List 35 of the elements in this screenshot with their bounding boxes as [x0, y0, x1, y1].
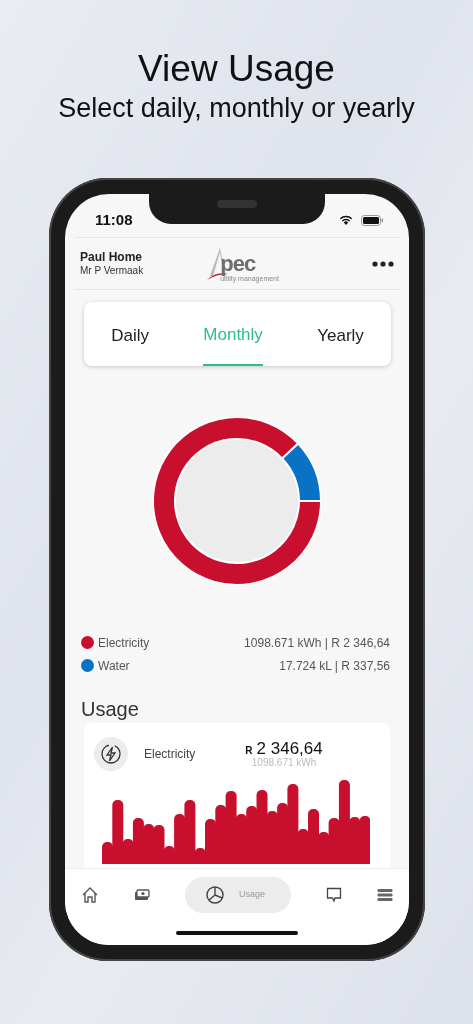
- headline-subtitle: Select daily, monthly or yearly: [58, 95, 415, 122]
- property-name: Paul Home: [80, 250, 143, 265]
- chart-bar: [277, 803, 289, 864]
- section-title: Usage: [81, 697, 140, 721]
- nav-tab[interactable]: [376, 887, 393, 902]
- status-time: 11:08: [95, 210, 133, 231]
- headline-title: View Usage: [137, 50, 336, 87]
- banknote-icon: [134, 888, 150, 901]
- nav-tab[interactable]: [81, 885, 99, 904]
- speaker: [217, 200, 257, 208]
- nav-tab[interactable]: [325, 886, 342, 903]
- lightning-icon: [94, 737, 128, 771]
- legend-value: 1098.671 kWh | R 2 346,64: [244, 634, 390, 652]
- menu-icon: [376, 887, 393, 902]
- legend-label: Water: [98, 657, 130, 675]
- chat-icon: [325, 886, 342, 903]
- pie-chart-icon: [204, 884, 225, 905]
- logo-wordmark: pec: [220, 252, 257, 275]
- usage-quantity: 1098.671 kWh: [250, 756, 318, 769]
- legend-label: Electricity: [98, 634, 150, 652]
- nav-tab[interactable]: [134, 888, 150, 901]
- home-icon: [81, 885, 99, 904]
- utility-name: Electricity: [144, 746, 196, 763]
- wifi-icon: [339, 215, 353, 226]
- usage-amount: R 2 346,64: [245, 739, 323, 757]
- legend-value: 17.724 kL | R 337,56: [279, 657, 390, 675]
- chart-bar: [246, 806, 258, 864]
- period-tab[interactable]: Daily: [111, 318, 149, 366]
- chart-bar: [359, 816, 370, 864]
- chart-bar: [143, 824, 155, 864]
- chart-bar: [266, 811, 278, 864]
- more-icon[interactable]: [372, 260, 394, 267]
- owner-name: Mr P Vermaak: [80, 264, 144, 277]
- battery-icon: [361, 215, 383, 226]
- period-tab[interactable]: Yearly: [317, 318, 364, 366]
